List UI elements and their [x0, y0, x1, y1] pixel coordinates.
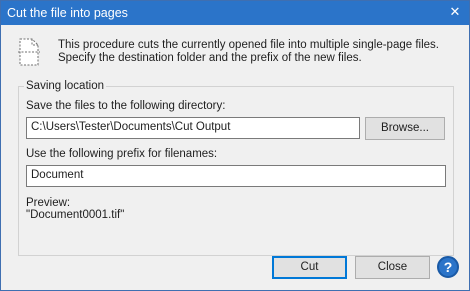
window-title: Cut the file into pages	[7, 6, 128, 20]
close-button[interactable]: Close	[355, 256, 430, 279]
title-bar: Cut the file into pages ✕	[1, 1, 469, 25]
dashed-document-icon	[18, 38, 40, 66]
close-icon[interactable]: ✕	[447, 4, 463, 20]
help-icon[interactable]: ?	[437, 256, 459, 278]
saving-location-group: Saving location Save the files to the fo…	[18, 80, 454, 256]
directory-label: Save the files to the following director…	[26, 100, 226, 112]
description-text: This procedure cuts the currently opened…	[58, 39, 439, 64]
directory-field[interactable]: C:\Users\Tester\Documents\Cut Output	[26, 117, 360, 139]
prefix-field[interactable]: Document	[26, 165, 446, 187]
cut-button[interactable]: Cut	[272, 256, 347, 279]
preview-label: Preview:	[26, 197, 71, 209]
saving-location-legend: Saving location	[24, 80, 106, 92]
browse-button[interactable]: Browse...	[365, 117, 445, 140]
preview-value: "Document0001.tif"	[26, 209, 125, 221]
cut-pages-dialog: Cut the file into pages ✕ This procedure…	[0, 0, 470, 291]
prefix-label: Use the following prefix for filenames:	[26, 148, 218, 160]
dialog-content: This procedure cuts the currently opened…	[1, 25, 469, 290]
